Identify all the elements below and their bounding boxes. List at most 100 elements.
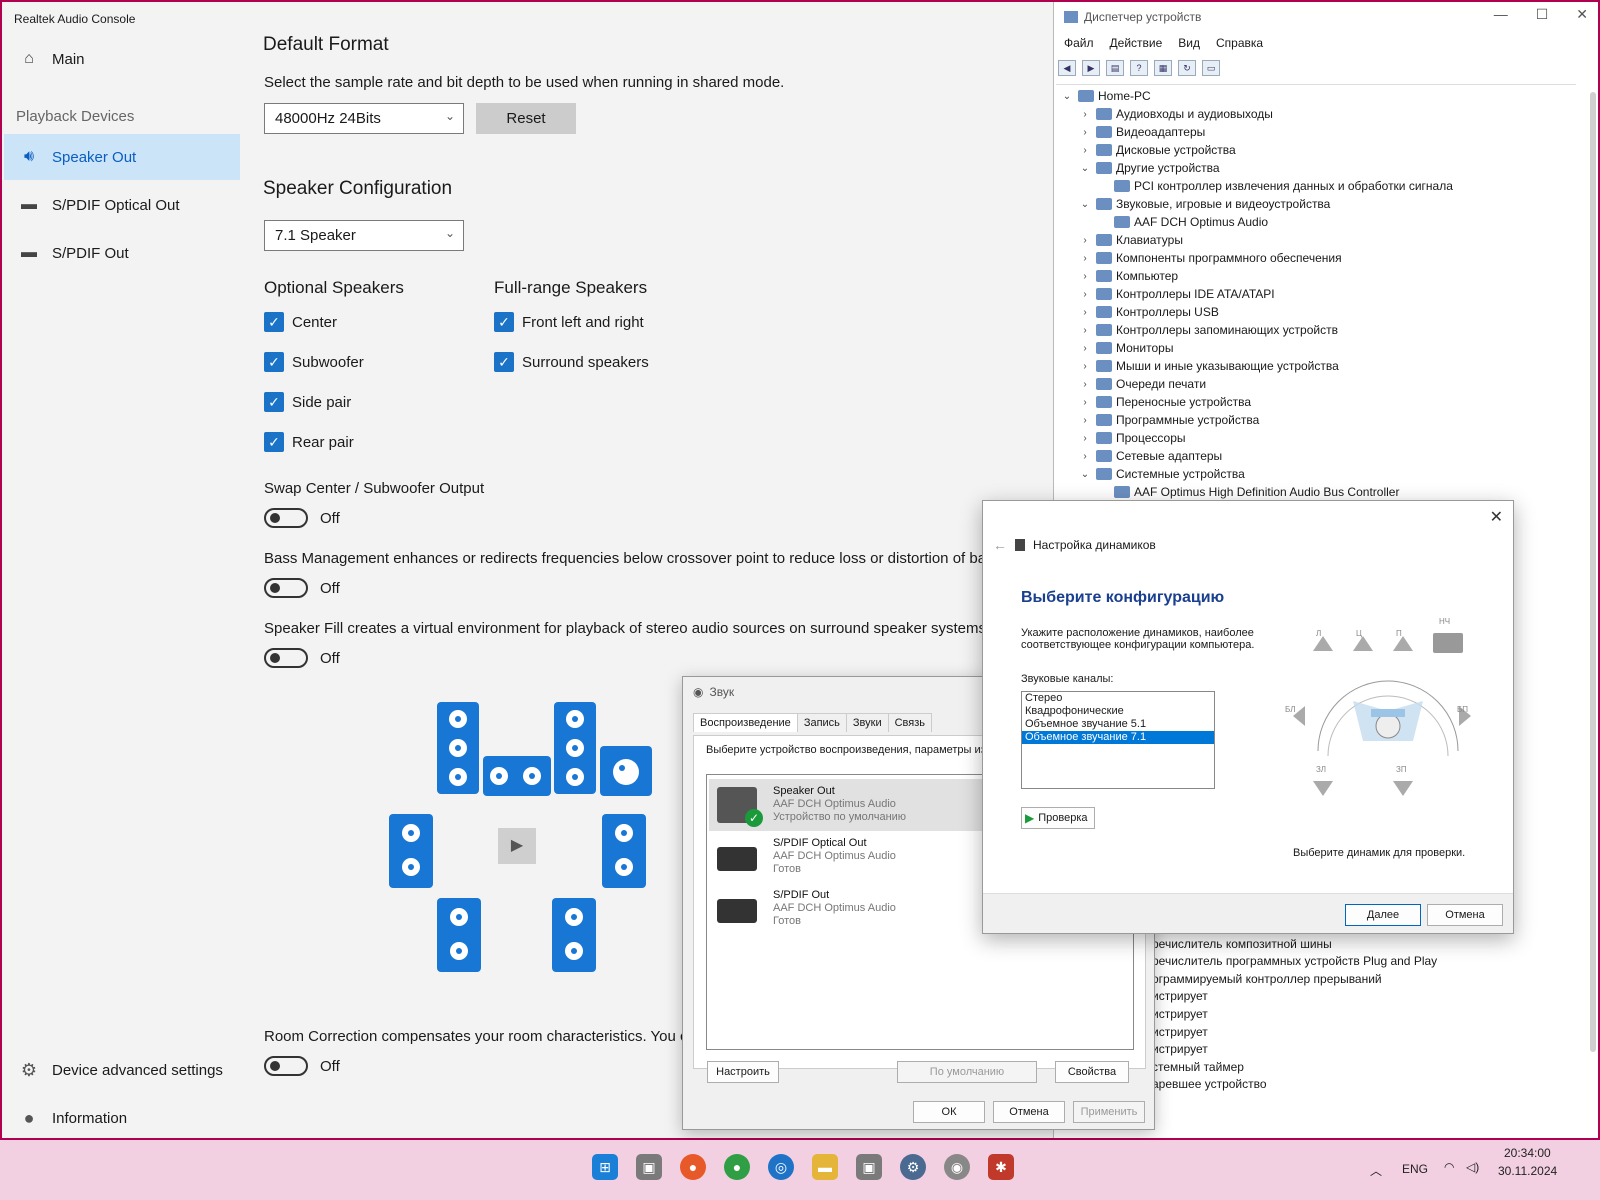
close-icon[interactable]: ✕ xyxy=(1576,6,1588,23)
devmgr-scrollbar[interactable] xyxy=(1590,92,1596,1052)
tab-sounds[interactable]: Звуки xyxy=(845,713,889,732)
nav-main[interactable]: ⌂ Main xyxy=(4,36,240,82)
close-icon[interactable]: ✕ xyxy=(1490,507,1503,527)
menu-help[interactable]: Справка xyxy=(1216,36,1263,50)
expand-icon[interactable]: › xyxy=(1078,289,1092,300)
play-test-button[interactable]: ▶ xyxy=(498,828,536,864)
tree-item[interactable]: › Контроллеры IDE ATA/ATAPI xyxy=(1078,285,1274,303)
maximize-icon[interactable]: ☐ xyxy=(1536,6,1549,23)
back-arrow-icon[interactable]: ← xyxy=(993,537,1007,553)
forward-arrow-icon[interactable]: ▶ xyxy=(1082,60,1100,76)
speaker-front-right[interactable] xyxy=(554,702,596,794)
cancel-button[interactable]: Отмена xyxy=(993,1101,1065,1123)
tree-item[interactable]: › Контроллеры USB xyxy=(1078,303,1219,321)
settings-icon[interactable]: ⚙ xyxy=(900,1154,926,1180)
speaker-placement-diagram[interactable] xyxy=(1293,621,1483,811)
app-icon[interactable]: ▣ xyxy=(636,1154,662,1180)
update-driver-icon[interactable]: ↻ xyxy=(1178,60,1196,76)
expand-icon[interactable]: › xyxy=(1078,145,1092,156)
tree-item[interactable]: › Мониторы xyxy=(1078,339,1173,357)
next-button[interactable]: Далее xyxy=(1345,904,1421,926)
tree-item[interactable]: аревшее устройство xyxy=(1152,1075,1267,1093)
tree-item[interactable]: › Очереди печати xyxy=(1078,375,1206,393)
bass-toggle[interactable]: Off xyxy=(264,578,340,598)
speaker-rear-right[interactable] xyxy=(552,898,596,972)
expand-icon[interactable]: › xyxy=(1078,433,1092,444)
fill-toggle[interactable]: Off xyxy=(264,648,340,668)
tree-root[interactable]: ⌄ Home-PC xyxy=(1060,87,1151,105)
chrome-icon[interactable]: ● xyxy=(724,1154,750,1180)
properties-button[interactable]: Свойства xyxy=(1055,1061,1129,1083)
tree-item[interactable]: AAF DCH Optimus Audio xyxy=(1096,213,1268,231)
checkbox-side-pair[interactable]: ✓ Side pair xyxy=(264,392,351,412)
speaker-subwoofer[interactable] xyxy=(600,746,652,796)
file-explorer-icon[interactable]: ▬ xyxy=(812,1154,838,1180)
wifi-icon[interactable]: ◠ xyxy=(1444,1160,1454,1174)
tree-item[interactable]: › Клавиатуры xyxy=(1078,231,1183,249)
view-icon[interactable]: ▦ xyxy=(1154,60,1172,76)
start-icon[interactable]: ⊞ xyxy=(592,1154,618,1180)
tree-item[interactable]: › Компоненты программного обеспечения xyxy=(1078,249,1341,267)
tree-item[interactable]: › Процессоры xyxy=(1078,429,1185,447)
tab-communications[interactable]: Связь xyxy=(887,713,933,732)
expand-icon[interactable]: › xyxy=(1078,307,1092,318)
reset-button[interactable]: Reset xyxy=(476,103,576,134)
expand-icon[interactable]: › xyxy=(1078,415,1092,426)
expand-icon[interactable]: › xyxy=(1078,397,1092,408)
checkbox-center[interactable]: ✓ Center xyxy=(264,312,337,332)
tree-item[interactable]: › Дисковые устройства xyxy=(1078,141,1235,159)
collapse-icon[interactable]: ⌄ xyxy=(1078,199,1092,210)
tree-item[interactable]: › Мыши и иные указывающие устройства xyxy=(1078,357,1338,375)
room-correction-toggle[interactable]: Off xyxy=(264,1056,340,1076)
menu-action[interactable]: Действие xyxy=(1110,36,1163,50)
swap-toggle[interactable]: Off xyxy=(264,508,340,528)
checkbox-front-left-right[interactable]: ✓ Front left and right xyxy=(494,312,644,332)
tree-item[interactable]: ⌄ Другие устройства xyxy=(1078,159,1220,177)
back-arrow-icon[interactable]: ◀ xyxy=(1058,60,1076,76)
tree-item[interactable]: истрирует xyxy=(1152,1023,1208,1041)
volume-icon[interactable]: ◁) xyxy=(1466,1160,1479,1174)
expand-icon[interactable]: › xyxy=(1078,361,1092,372)
app-icon[interactable]: ▣ xyxy=(856,1154,882,1180)
speaker-center[interactable] xyxy=(483,756,551,796)
expand-icon[interactable]: › xyxy=(1078,235,1092,246)
tree-item[interactable]: › Программные устройства xyxy=(1078,411,1259,429)
collapse-icon[interactable]: ⌄ xyxy=(1078,163,1092,174)
minimize-icon[interactable]: — xyxy=(1494,6,1508,23)
menu-view[interactable]: Вид xyxy=(1178,36,1200,50)
checkbox-rear-pair[interactable]: ✓ Rear pair xyxy=(264,432,354,452)
expand-icon[interactable]: › xyxy=(1078,109,1092,120)
tree-item[interactable]: ⌄ Звуковые, игровые и видеоустройства xyxy=(1078,195,1331,213)
nav-information[interactable]: ● Information xyxy=(18,1108,127,1129)
tree-item[interactable]: истрирует xyxy=(1152,1040,1208,1058)
menu-file[interactable]: Файл xyxy=(1064,36,1094,50)
properties-icon[interactable]: ▤ xyxy=(1106,60,1124,76)
ok-button[interactable]: ОК xyxy=(913,1101,985,1123)
tab-playback[interactable]: Воспроизведение xyxy=(693,713,798,732)
app-icon[interactable]: ◎ xyxy=(768,1154,794,1180)
language-indicator[interactable]: ENG xyxy=(1402,1162,1428,1176)
tree-item[interactable]: истрирует xyxy=(1152,1005,1208,1023)
checkbox-surround[interactable]: ✓ Surround speakers xyxy=(494,352,649,372)
checkbox-subwoofer[interactable]: ✓ Subwoofer xyxy=(264,352,364,372)
collapse-icon[interactable]: ⌄ xyxy=(1078,469,1092,480)
tree-item[interactable]: PCI контроллер извлечения данных и обраб… xyxy=(1096,177,1453,195)
speaker-side-left[interactable] xyxy=(389,814,433,888)
tree-item[interactable]: ограммируемый контроллер прерываний xyxy=(1152,970,1382,988)
tree-item[interactable]: речислитель программных устройств Plug a… xyxy=(1152,952,1437,970)
channel-option[interactable]: Квадрофонические xyxy=(1022,705,1214,718)
tab-recording[interactable]: Запись xyxy=(796,713,847,732)
channel-option[interactable]: Стерео xyxy=(1022,692,1214,705)
monitor-icon[interactable]: ▭ xyxy=(1202,60,1220,76)
app-icon[interactable]: ✱ xyxy=(988,1154,1014,1180)
expand-icon[interactable]: › xyxy=(1078,253,1092,264)
expand-icon[interactable]: › xyxy=(1078,127,1092,138)
expand-icon[interactable]: › xyxy=(1078,271,1092,282)
channel-option[interactable]: Объемное звучание 5.1 xyxy=(1022,718,1214,731)
wizard-cancel-button[interactable]: Отмена xyxy=(1427,904,1503,926)
tree-item[interactable]: › Контроллеры запоминающих устройств xyxy=(1078,321,1338,339)
tray-chevron-up-icon[interactable]: ︿ xyxy=(1370,1162,1382,1179)
firefox-icon[interactable]: ● xyxy=(680,1154,706,1180)
audio-console-icon[interactable]: ◉ xyxy=(944,1154,970,1180)
expand-icon[interactable]: › xyxy=(1078,379,1092,390)
